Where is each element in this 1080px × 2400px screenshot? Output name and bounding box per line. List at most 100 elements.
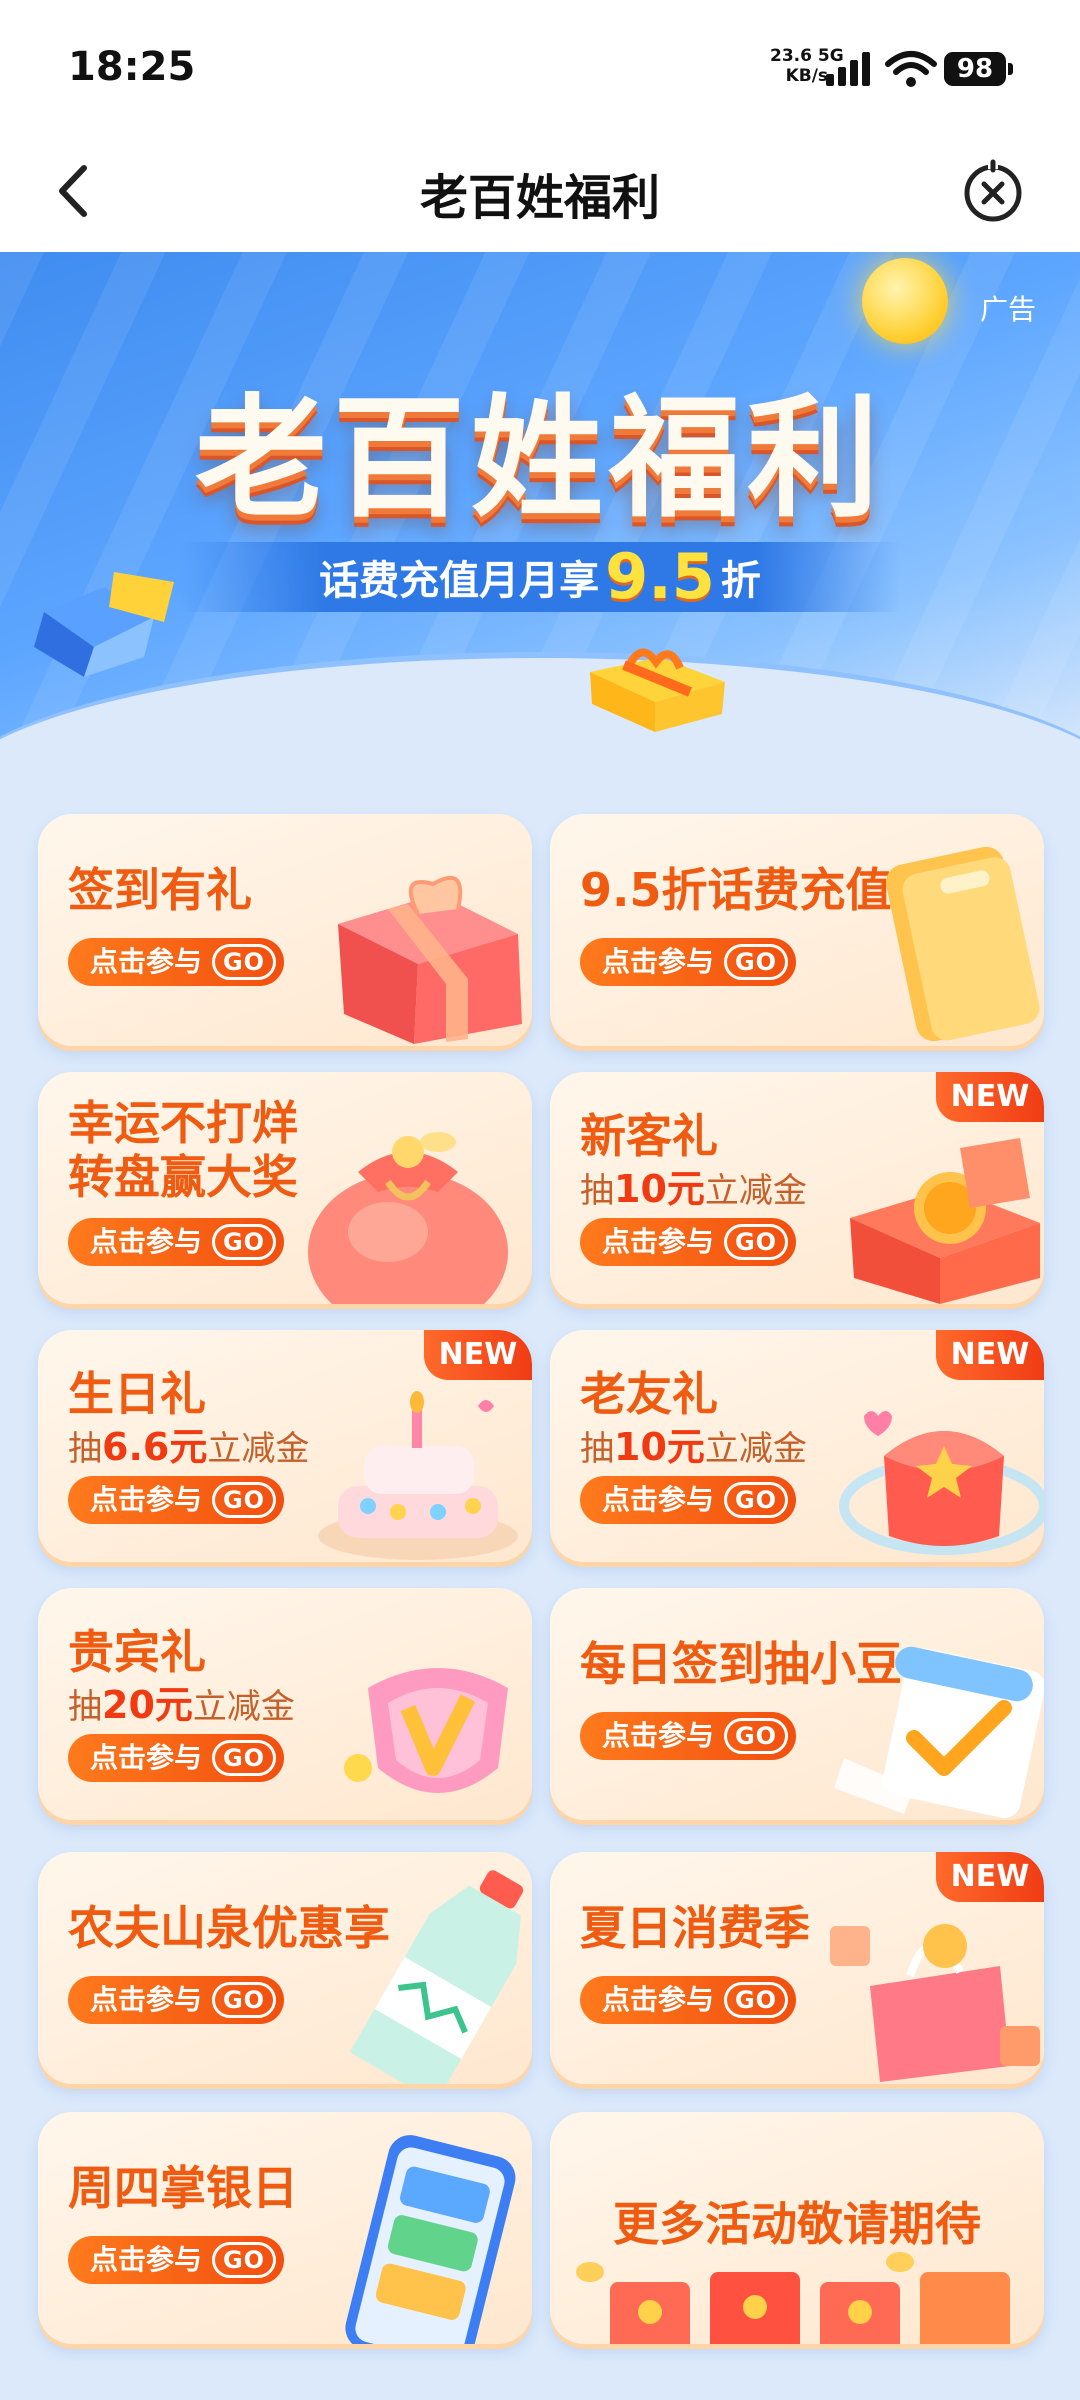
net-speed-value: 23.6: [770, 46, 812, 66]
go-icon: GO: [724, 1718, 788, 1754]
join-label: 点击参与: [90, 2243, 203, 2276]
card-title: 周四掌银日: [68, 2161, 298, 2215]
card-new-customer[interactable]: 新客礼 抽10元立减金 点击参与 GO NEW: [550, 1072, 1044, 1304]
cube-icon: [34, 572, 174, 677]
join-button[interactable]: 点击参与 GO: [68, 1476, 284, 1524]
card-title-line2: 转盘赢大奖: [68, 1150, 298, 1204]
card-daily-checkin[interactable]: 每日签到抽小豆 点击参与 GO: [550, 1588, 1044, 1820]
card-title: 夏日消费季: [580, 1901, 810, 1955]
sub-prefix: 抽: [580, 1429, 614, 1469]
join-button[interactable]: 点击参与 GO: [68, 1218, 284, 1266]
card-title: 更多活动敬请期待: [613, 2197, 981, 2251]
sub-amount: 10元: [614, 1425, 705, 1469]
sub-prefix: 抽: [68, 1687, 102, 1727]
water-bottle-icon: [349, 1870, 524, 2084]
new-badge: NEW: [936, 1072, 1044, 1122]
wifi-icon: [885, 51, 937, 87]
card-more-coming[interactable]: 更多活动敬请期待: [550, 2112, 1044, 2344]
signal-icon: [826, 52, 876, 86]
sub-prefix: 抽: [580, 1171, 614, 1211]
card-title: 生日礼: [68, 1367, 206, 1421]
join-button[interactable]: 点击参与 GO: [68, 1734, 284, 1782]
phone-bill-coupon-icon: [885, 846, 1040, 1042]
coin-icon: [862, 258, 948, 344]
join-button[interactable]: 点击参与 GO: [68, 1976, 284, 2024]
sub-amount: 6.6元: [102, 1425, 208, 1469]
go-icon: GO: [724, 1982, 788, 2018]
gift-box-icon: [338, 875, 522, 1044]
join-label: 点击参与: [90, 1983, 203, 2016]
card-title: 签到有礼: [68, 863, 252, 917]
birthday-cake-icon: [318, 1391, 518, 1560]
status-time: 18:25: [68, 44, 196, 90]
card-phone-recharge[interactable]: 9.5折话费充值 点击参与 GO: [550, 814, 1044, 1046]
close-circle-icon[interactable]: [958, 156, 1028, 226]
join-label: 点击参与: [602, 1983, 715, 2016]
join-label: 点击参与: [90, 1741, 203, 1774]
card-title-line1: 幸运不打烊: [68, 1096, 298, 1150]
red-packet-box-icon: [850, 1138, 1040, 1304]
banner-title: 老百姓福利: [195, 382, 885, 536]
card-lucky-wheel[interactable]: 幸运不打烊 转盘赢大奖 点击参与 GO: [38, 1072, 532, 1304]
go-icon: GO: [212, 944, 276, 980]
join-label: 点击参与: [602, 1225, 715, 1258]
lucky-bag-icon: [308, 1132, 508, 1304]
go-icon: GO: [212, 2242, 276, 2278]
sub-prefix: 抽: [68, 1429, 102, 1469]
new-badge: NEW: [424, 1330, 532, 1380]
card-subtitle: 抽10元立减金: [580, 1416, 807, 1471]
go-icon: GO: [212, 1740, 276, 1776]
card-subtitle: 抽6.6元立减金: [68, 1416, 309, 1471]
gift-icon: [590, 648, 725, 732]
join-button[interactable]: 点击参与 GO: [580, 1712, 796, 1760]
card-title: 老友礼: [580, 1367, 718, 1421]
go-icon: GO: [212, 1482, 276, 1518]
card-nongfu-spring[interactable]: 农夫山泉优惠享 点击参与 GO: [38, 1852, 532, 2084]
join-label: 点击参与: [602, 1719, 715, 1752]
banner-subtitle: 话费充值月月享9.5 折: [180, 542, 900, 612]
card-old-friend[interactable]: 老友礼 抽10元立减金 点击参与 GO NEW: [550, 1330, 1044, 1562]
join-label: 点击参与: [90, 1483, 203, 1516]
go-icon: GO: [212, 1224, 276, 1260]
join-button[interactable]: 点击参与 GO: [580, 1218, 796, 1266]
join-button[interactable]: 点击参与 GO: [580, 1976, 796, 2024]
join-label: 点击参与: [602, 945, 715, 978]
join-button[interactable]: 点击参与 GO: [580, 938, 796, 986]
status-bar: 18:25 23.6 5G KB/s 98: [0, 0, 1080, 130]
sub-suffix: 立减金: [192, 1687, 295, 1727]
join-button[interactable]: 点击参与 GO: [68, 938, 284, 986]
sub-suffix: 立减金: [704, 1429, 807, 1469]
card-thursday-bank-day[interactable]: 周四掌银日 点击参与 GO: [38, 2112, 532, 2344]
card-title: 9.5折话费充值: [580, 863, 892, 917]
red-pouch-icon: [839, 1411, 1044, 1555]
red-envelopes-icon: [576, 2252, 1010, 2344]
mobile-phone-icon: [345, 2135, 516, 2344]
shopping-bag-icon: [830, 1924, 1040, 2082]
join-label: 点击参与: [90, 1225, 203, 1258]
vip-badge-icon: [344, 1668, 508, 1793]
join-button[interactable]: 点击参与 GO: [580, 1476, 796, 1524]
card-subtitle: 抽20元立减金: [68, 1674, 295, 1729]
new-badge: NEW: [936, 1330, 1044, 1380]
new-badge: NEW: [936, 1852, 1044, 1902]
card-birthday-gift[interactable]: 生日礼 抽6.6元立减金 点击参与 GO NEW: [38, 1330, 532, 1562]
card-subtitle: 抽10元立减金: [580, 1158, 807, 1213]
sub-suffix: 立减金: [207, 1429, 310, 1469]
sub-amount: 10元: [614, 1167, 705, 1211]
calendar-check-icon: [834, 1646, 1044, 1818]
card-vip-gift[interactable]: 贵宾礼 抽20元立减金 点击参与 GO: [38, 1588, 532, 1820]
page-title: 老百姓福利: [419, 170, 660, 226]
nav-bar: 老百姓福利: [0, 130, 1080, 252]
sub-amount: 20元: [102, 1683, 193, 1727]
promo-banner[interactable]: 广告 老百姓福利 话费充值月月享9.5 折: [0, 252, 1080, 762]
card-title: 幸运不打烊 转盘赢大奖: [68, 1096, 298, 1204]
card-sign-in-gift[interactable]: 签到有礼 点击参与 GO: [38, 814, 532, 1046]
join-label: 点击参与: [90, 945, 203, 978]
join-label: 点击参与: [602, 1483, 715, 1516]
ad-label: 广告: [979, 293, 1036, 326]
card-summer-consumption[interactable]: 夏日消费季 点击参与 GO NEW: [550, 1852, 1044, 2084]
card-title: 新客礼: [580, 1109, 718, 1163]
subtitle-suffix: 折: [720, 558, 761, 604]
join-button[interactable]: 点击参与 GO: [68, 2236, 284, 2284]
sub-suffix: 立减金: [704, 1171, 807, 1211]
